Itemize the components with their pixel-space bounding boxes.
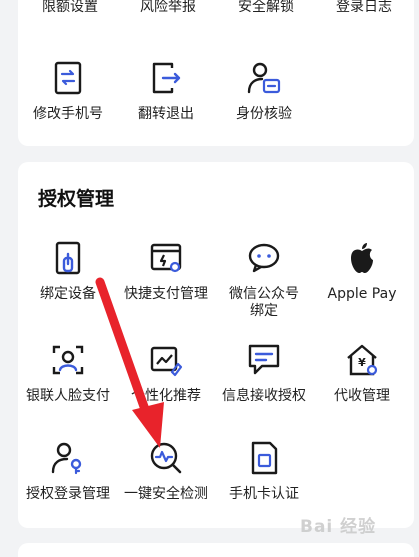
quick-pay-item[interactable]: 快捷支付管理 — [116, 240, 216, 303]
change-phone-label: 修改手机号 — [33, 106, 103, 122]
security-check-label: 一键安全检测 — [124, 486, 208, 502]
next-section-card — [18, 543, 414, 557]
bind-device-label: 绑定设备 — [40, 286, 96, 302]
apple-icon — [351, 243, 373, 273]
bind-device-icon — [55, 241, 81, 275]
watermark: Bai 经验 — [300, 517, 377, 537]
message-auth-label: 信息接收授权 — [222, 388, 306, 404]
phone-transfer-icon — [54, 61, 82, 95]
identity-verify-item[interactable]: 身份核验 — [214, 60, 314, 123]
wechat-icon — [248, 243, 280, 273]
wechat-bind-item[interactable]: 微信公众号 绑定 — [214, 240, 314, 320]
sim-card-icon — [251, 441, 278, 475]
bind-device-item[interactable]: 绑定设备 — [18, 240, 118, 303]
auth-login-item[interactable]: 授权登录管理 — [18, 440, 118, 503]
face-pay-item[interactable]: 银联人脸支付 — [18, 342, 118, 405]
wechat-bind-label: 微信公众号 绑定 — [229, 286, 299, 319]
recommend-icon — [150, 346, 183, 377]
svg-text:¥: ¥ — [358, 356, 366, 369]
face-pay-label: 银联人脸支付 — [26, 388, 110, 404]
face-pay-icon — [52, 345, 84, 375]
sim-card-label: 手机卡认证 — [229, 486, 299, 502]
quick-pay-label: 快捷支付管理 — [124, 286, 208, 302]
flip-logout-item[interactable]: 翻转退出 — [116, 60, 216, 123]
risk-report-item[interactable]: 风险举报 — [118, 0, 218, 16]
auth-login-label: 授权登录管理 — [26, 486, 110, 502]
quick-pay-icon — [150, 243, 182, 273]
change-phone-item[interactable]: 修改手机号 — [18, 60, 118, 123]
collect-manage-label: 代收管理 — [334, 388, 390, 404]
apple-pay-item[interactable]: Apple Pay — [312, 240, 412, 303]
security-settings-card: 限额设置 风险举报 安全解锁 登录日志 修改手机号 翻转退出 身份核验 — [18, 0, 414, 146]
recommend-label: 个性化推荐 — [131, 388, 201, 404]
logout-icon — [152, 62, 181, 94]
id-verify-icon — [247, 62, 281, 94]
sim-card-item[interactable]: 手机卡认证 — [214, 440, 314, 503]
security-check-item[interactable]: 一键安全检测 — [116, 440, 216, 503]
flip-logout-label: 翻转退出 — [138, 106, 194, 122]
limit-settings-item[interactable]: 限额设置 — [20, 0, 120, 16]
section-title: 授权管理 — [38, 188, 115, 210]
auth-login-icon — [51, 442, 82, 475]
collect-icon: ¥ — [347, 344, 378, 376]
auth-management-card: 授权管理 绑定设备 快捷支付管理 微信公众号 绑定 Apple Pay 银联人脸… — [18, 162, 414, 528]
recommend-item[interactable]: 个性化推荐 — [116, 342, 216, 405]
security-unlock-item[interactable]: 安全解锁 — [216, 0, 316, 16]
message-auth-item[interactable]: 信息接收授权 — [214, 342, 314, 405]
apple-pay-label: Apple Pay — [327, 286, 397, 302]
collect-manage-item[interactable]: ¥ 代收管理 — [312, 342, 412, 405]
login-log-item[interactable]: 登录日志 — [314, 0, 414, 16]
message-auth-icon — [248, 344, 280, 375]
security-check-icon — [150, 442, 182, 474]
identity-verify-label: 身份核验 — [236, 106, 292, 122]
